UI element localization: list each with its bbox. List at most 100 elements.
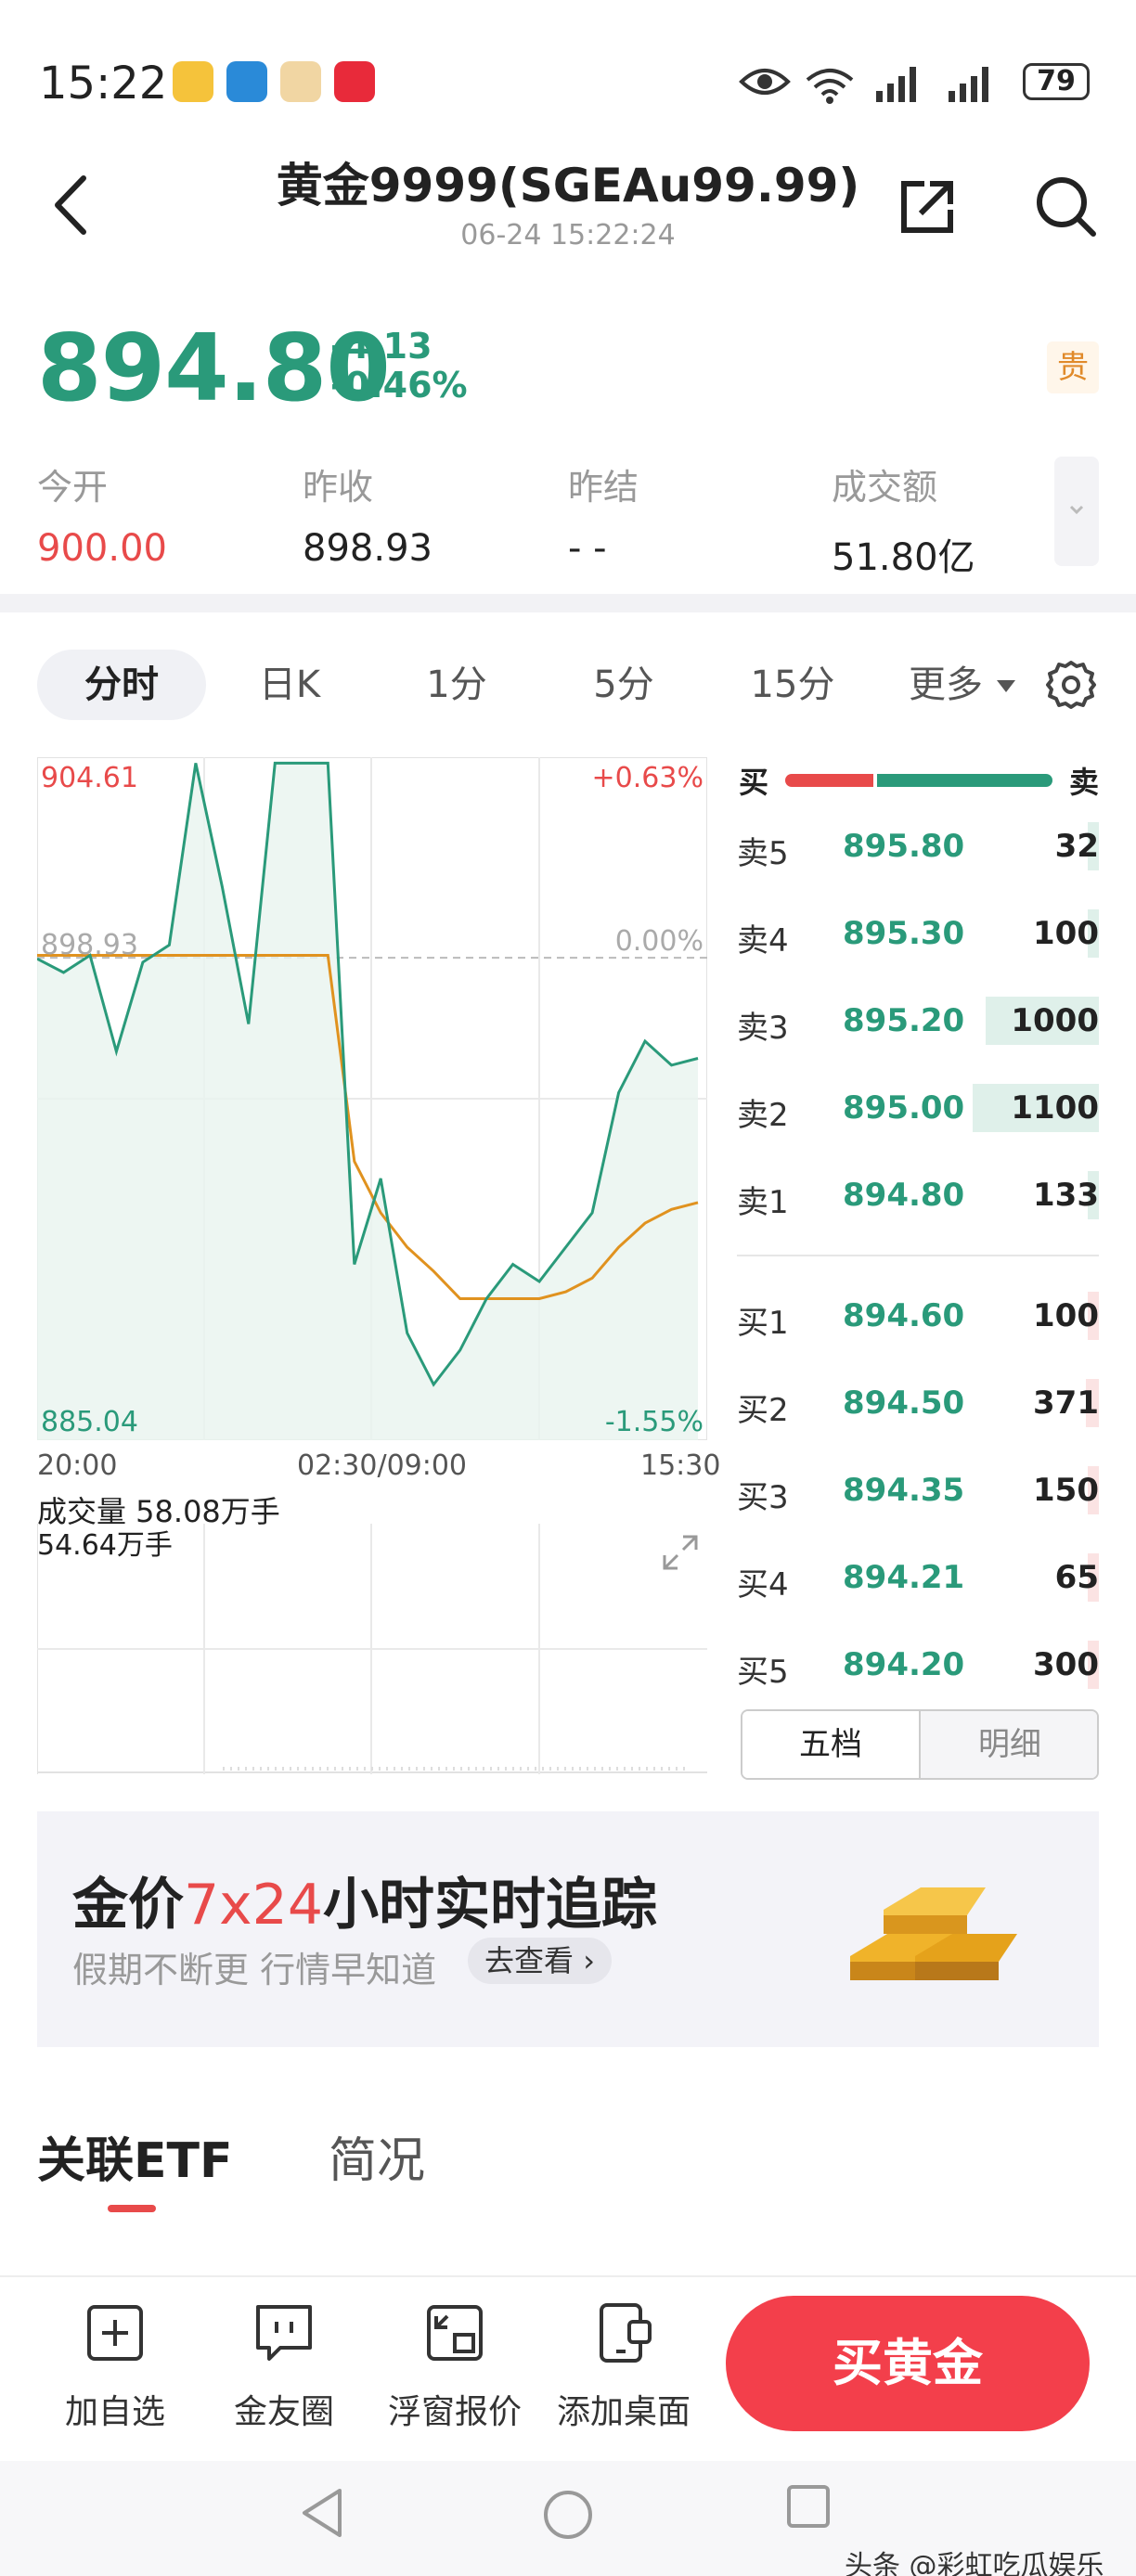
tab-five-levels[interactable]: 五档 bbox=[742, 1711, 921, 1778]
orderbook-row[interactable]: 买1 894.60 100 bbox=[737, 1273, 1099, 1360]
orderbook-qty: 1100 bbox=[1011, 1089, 1099, 1127]
stat-label: 昨结 bbox=[568, 467, 639, 508]
orderbook-qty: 100 bbox=[1033, 1297, 1099, 1334]
orderbook-qty: 32 bbox=[1054, 828, 1099, 865]
tab-chart-period[interactable]: 1分 bbox=[382, 650, 531, 720]
pct-tick-high: +0.63% bbox=[592, 762, 704, 794]
add-watchlist-button[interactable]: 加自选 bbox=[41, 2301, 189, 2441]
stat-label: 成交额 bbox=[832, 467, 938, 508]
orderbook-row[interactable]: 买5 894.20 300 bbox=[737, 1622, 1099, 1709]
search-icon[interactable] bbox=[1032, 173, 1099, 239]
gear-icon[interactable] bbox=[1045, 659, 1097, 711]
pct-tick-mid: 0.00% bbox=[615, 925, 704, 958]
nav-home-icon[interactable] bbox=[540, 2487, 596, 2543]
y-tick-low: 885.04 bbox=[41, 1406, 138, 1438]
orderbook-divider bbox=[737, 1255, 1099, 1256]
x-tick-start: 20:00 bbox=[37, 1449, 118, 1482]
orderbook-qty: 65 bbox=[1054, 1559, 1099, 1596]
orderbook-row[interactable]: 买3 894.35 150 bbox=[737, 1448, 1099, 1535]
orderbook-buy-header: 买 bbox=[739, 765, 769, 800]
share-icon[interactable] bbox=[897, 176, 958, 238]
x-tick-mid: 02:30/09:00 bbox=[297, 1449, 468, 1482]
video-app-icon bbox=[334, 61, 375, 102]
orderbook-row[interactable]: 买4 894.21 65 bbox=[737, 1535, 1099, 1622]
signal-icon-2 bbox=[949, 67, 997, 102]
tab-detail[interactable]: 明细 bbox=[921, 1711, 1097, 1778]
orderbook-row[interactable]: 买2 894.50 371 bbox=[737, 1360, 1099, 1448]
orderbook-label: 买3 bbox=[737, 1479, 789, 1516]
gold-tracking-banner[interactable]: 金价7x24小时实时追踪 假期不断更 行情早知道 去查看 › bbox=[37, 1811, 1099, 2047]
orderbook-view-switch: 五档 明细 bbox=[741, 1709, 1099, 1780]
orderbook-row[interactable]: 卖3 895.20 1000 bbox=[737, 978, 1099, 1065]
nav-back-icon[interactable] bbox=[299, 2485, 345, 2541]
gold-bar-icon bbox=[850, 1887, 1017, 1980]
orderbook-price: 895.20 bbox=[843, 1002, 965, 1039]
orderbook-qty: 300 bbox=[1033, 1646, 1099, 1683]
stat-value: - - bbox=[568, 527, 607, 570]
tab-related-etf[interactable]: 关联ETF bbox=[37, 2121, 233, 2191]
news-app-icon bbox=[226, 61, 267, 102]
stat-value: 898.93 bbox=[303, 527, 432, 570]
orderbook-label: 买2 bbox=[737, 1392, 789, 1429]
orderbook-label: 买1 bbox=[737, 1305, 789, 1342]
orderbook-price: 894.21 bbox=[843, 1559, 965, 1596]
price-change-pct: -0.46% bbox=[330, 365, 468, 406]
community-button[interactable]: 金友圈 bbox=[210, 2301, 358, 2441]
weibo-app-icon bbox=[173, 61, 213, 102]
status-bar: 15:22 79 bbox=[0, 0, 1136, 167]
tab-chart-period[interactable]: 15分 bbox=[718, 650, 867, 720]
nav-recents-icon[interactable] bbox=[785, 2483, 832, 2530]
orderbook-label: 买4 bbox=[737, 1566, 789, 1604]
orderbook-label: 卖2 bbox=[737, 1097, 789, 1134]
orderbook-row[interactable]: 卖4 895.30 100 bbox=[737, 891, 1099, 978]
buy-gold-button[interactable]: 买黄金 bbox=[726, 2296, 1090, 2431]
price-change-abs: -4.13 bbox=[330, 326, 432, 367]
orderbook-row[interactable]: 卖2 895.00 1100 bbox=[737, 1065, 1099, 1153]
active-tab-indicator bbox=[108, 2205, 156, 2212]
tab-chart-period[interactable]: 日K bbox=[215, 650, 364, 720]
add-icon bbox=[87, 2305, 143, 2361]
orderbook-label: 卖1 bbox=[737, 1184, 789, 1221]
fullscreen-icon[interactable] bbox=[659, 1531, 702, 1574]
orderbook-label: 买5 bbox=[737, 1654, 789, 1691]
tab-overview[interactable]: 简况 bbox=[329, 2121, 425, 2191]
desktop-widget-icon bbox=[600, 2303, 652, 2363]
tab-chart-period[interactable]: 分时 bbox=[37, 650, 206, 720]
add-watchlist-label: 加自选 bbox=[64, 2393, 165, 2431]
orderbook-qty: 100 bbox=[1033, 915, 1099, 952]
tab-chart-period[interactable]: 更多 bbox=[897, 650, 995, 720]
orderbook-qty: 1000 bbox=[1011, 1002, 1099, 1039]
pet-app-icon bbox=[280, 61, 321, 102]
intraday-chart[interactable]: 904.61 898.93 885.04 +0.63% 0.00% -1.55% bbox=[37, 757, 707, 1440]
chevron-down-icon bbox=[1069, 505, 1084, 515]
orderbook-price: 895.30 bbox=[843, 915, 965, 952]
floating-quote-label: 浮窗报价 bbox=[387, 2393, 522, 2431]
floating-window-icon bbox=[427, 2305, 483, 2361]
community-label: 金友圈 bbox=[233, 2393, 334, 2431]
add-to-desktop-button[interactable]: 添加桌面 bbox=[549, 2301, 698, 2441]
expand-stats-button[interactable] bbox=[1054, 457, 1099, 566]
orderbook-price: 894.50 bbox=[843, 1385, 965, 1422]
tab-chart-period[interactable]: 5分 bbox=[549, 650, 698, 720]
orderbook-row[interactable]: 卖1 894.80 133 bbox=[737, 1153, 1099, 1240]
orderbook-sell-header: 卖 bbox=[1069, 765, 1100, 800]
orderbook-label: 卖4 bbox=[737, 922, 789, 960]
orderbook-price: 894.35 bbox=[843, 1472, 965, 1509]
banner-view-label: 去查看 bbox=[484, 1943, 574, 1978]
orderbook-label: 卖3 bbox=[737, 1010, 789, 1047]
section-divider bbox=[0, 594, 1136, 612]
banner-title-b: 小时实时追踪 bbox=[323, 1873, 658, 1938]
quote-timestamp: 06-24 15:22:24 bbox=[460, 219, 676, 251]
price-change: -4.13 -0.46% bbox=[330, 327, 468, 405]
floating-quote-button[interactable]: 浮窗报价 bbox=[381, 2301, 529, 2441]
buy-sell-ratio-bar bbox=[785, 774, 1052, 787]
category-badge: 贵 bbox=[1047, 341, 1099, 393]
orderbook-row[interactable]: 卖5 895.80 32 bbox=[737, 804, 1099, 891]
status-time: 15:22 bbox=[39, 58, 168, 109]
battery-icon: 79 bbox=[1023, 63, 1090, 100]
banner-view-button[interactable]: 去查看 › bbox=[468, 1938, 612, 1984]
banner-title-highlight: 7x24 bbox=[184, 1873, 324, 1938]
stat-label: 昨收 bbox=[303, 467, 374, 508]
signal-icon bbox=[876, 67, 924, 102]
banner-title-a: 金价 bbox=[72, 1873, 184, 1938]
